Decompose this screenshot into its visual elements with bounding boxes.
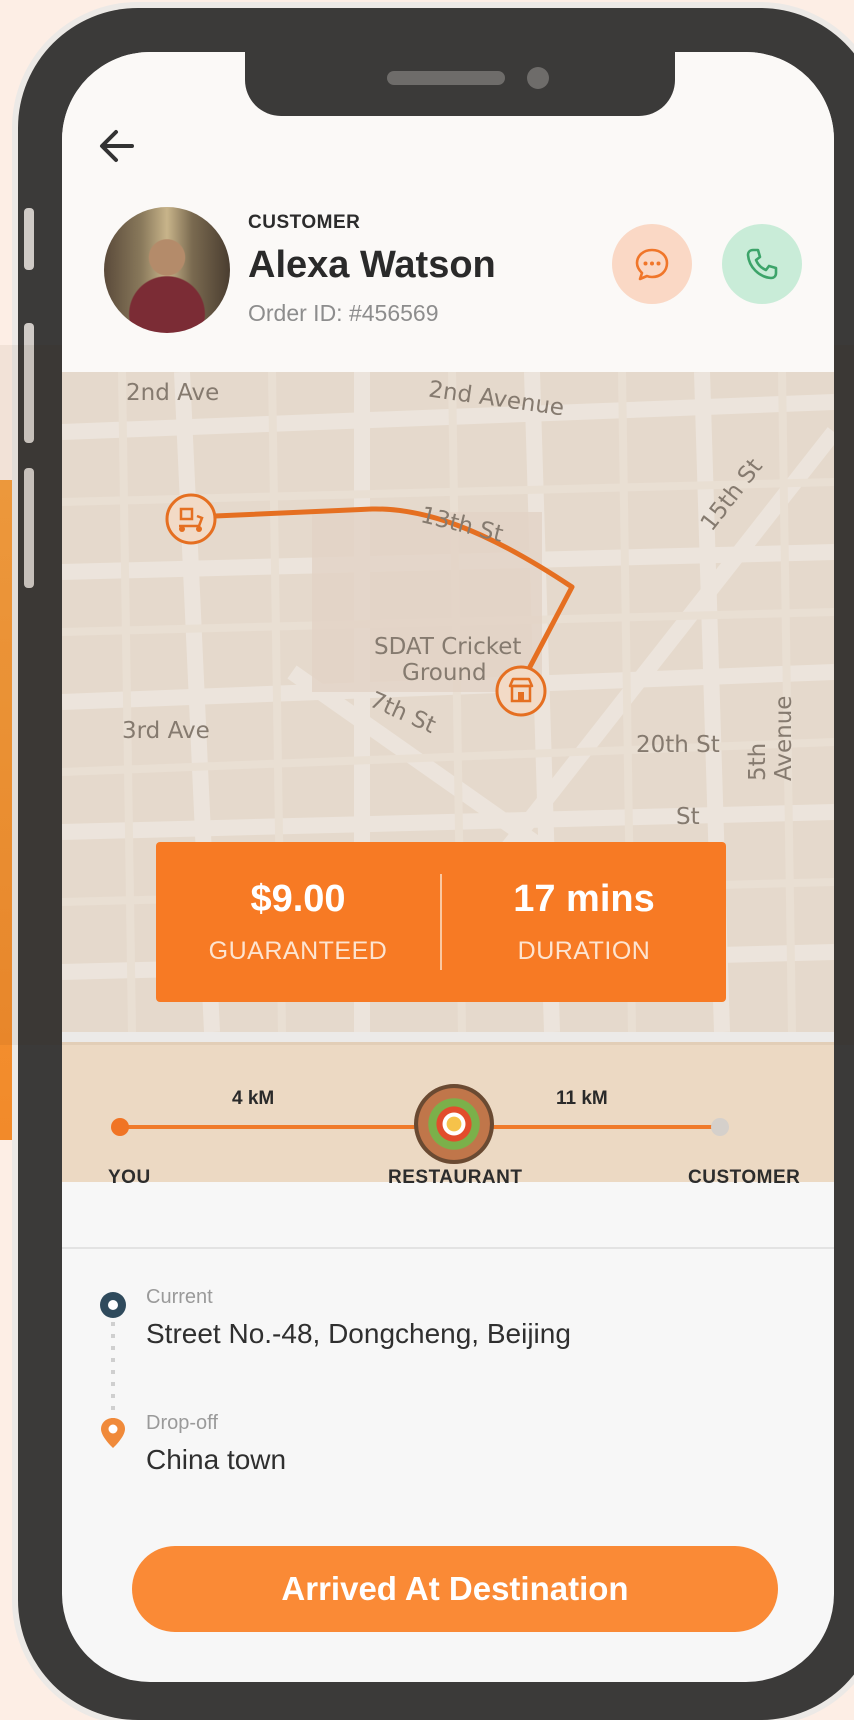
price-value: $9.00 xyxy=(250,878,346,920)
customer-name: Alexa Watson xyxy=(248,244,496,286)
camera xyxy=(527,67,549,89)
current-location-icon xyxy=(100,1292,126,1318)
back-arrow-icon[interactable] xyxy=(90,118,146,174)
chat-button[interactable] xyxy=(612,224,692,304)
duration-stat: 17 mins DURATION xyxy=(442,878,726,966)
price-label: GUARANTEED xyxy=(208,937,388,965)
order-id: Order ID: #456569 xyxy=(248,300,439,326)
avatar xyxy=(104,207,230,333)
current-address: Street No.-48, Dongcheng, Beijing xyxy=(146,1318,571,1349)
dropoff-pin-icon xyxy=(101,1418,125,1448)
phone-screen: CUSTOMER Alexa Watson Order ID: #456569 xyxy=(62,52,834,1682)
current-label: Current xyxy=(146,1286,213,1308)
node-restaurant: RESTAURANT xyxy=(388,1167,523,1188)
earnings-duration-card: $9.00 GUARANTEED 17 mins DURATION xyxy=(156,842,726,1002)
node-customer: CUSTOMER xyxy=(688,1167,801,1188)
duration-value: 17 mins xyxy=(513,878,655,920)
speaker xyxy=(387,71,505,85)
customer-dot xyxy=(711,1118,729,1136)
distance-to-restaurant: 4 kM xyxy=(232,1088,275,1109)
dropoff-address: China town xyxy=(146,1444,287,1475)
side-button-mute xyxy=(24,208,34,270)
restaurant-food-icon xyxy=(414,1084,494,1164)
distance-to-customer: 11 kM xyxy=(556,1088,608,1109)
chat-bubble-icon xyxy=(635,248,669,281)
section-divider xyxy=(62,1247,834,1249)
customer-role-label: CUSTOMER xyxy=(248,212,361,233)
arrived-at-destination-button[interactable]: Arrived At Destination xyxy=(132,1546,778,1632)
duration-label: DURATION xyxy=(517,937,651,965)
you-dot xyxy=(111,1118,129,1136)
notch xyxy=(245,52,675,116)
dropoff-label: Drop-off xyxy=(146,1412,218,1434)
phone-icon xyxy=(746,248,778,280)
price-stat: $9.00 GUARANTEED xyxy=(156,878,440,966)
node-you: YOU xyxy=(108,1167,151,1188)
call-button[interactable] xyxy=(722,224,802,304)
